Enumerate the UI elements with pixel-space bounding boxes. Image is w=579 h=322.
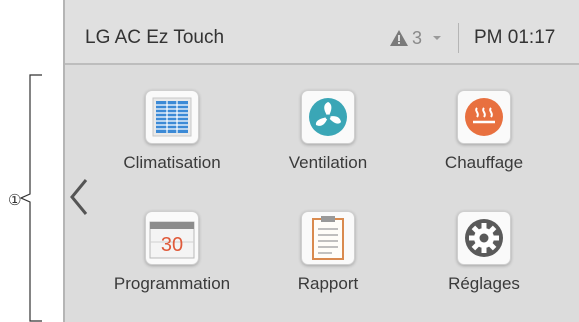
clipboard-report-icon [301,211,355,265]
clock: PM 01:17 [474,27,556,48]
menu-label: Rapport [297,274,359,293]
warning-icon [390,30,408,46]
menu-tile-ventilation[interactable]: Ventilation [242,90,414,173]
gear-icon [457,211,511,265]
menu-label: Réglages [448,274,520,293]
menu-grid: Climatisation Ventilation Chauffage 30 P… [65,65,579,322]
annotation-bracket [20,74,42,322]
heating-icon [457,90,511,144]
menu-tile-reglages[interactable]: Réglages [398,211,570,294]
fan-icon [301,90,355,144]
menu-tile-chauffage[interactable]: Chauffage [398,90,570,173]
menu-tile-climatisation[interactable]: Climatisation [86,90,258,173]
menu-label: Programmation [113,274,231,293]
menu-tile-programmation[interactable]: 30 Programmation [86,211,258,294]
alert-count: 3 [412,27,423,48]
annotation-area: ① [0,0,62,322]
menu-label: Climatisation [123,153,221,172]
air-conditioner-icon [145,90,199,144]
menu-label: Chauffage [444,153,524,172]
chevron-down-icon [433,36,442,40]
menu-tile-rapport[interactable]: Rapport [242,211,414,294]
controller-screen: LG AC Ez Touch 3 PM 01:17 Climatisation … [63,0,579,322]
calendar-day: 30 [161,234,183,256]
status-bar: LG AC Ez Touch 3 PM 01:17 [65,0,579,65]
status-divider [458,23,459,53]
chevron-left-icon [70,179,88,215]
app-title: LG AC Ez Touch [85,27,225,48]
alert-dropdown[interactable]: 3 [389,25,446,51]
calendar-icon: 30 [145,211,199,265]
menu-label: Ventilation [288,153,368,172]
